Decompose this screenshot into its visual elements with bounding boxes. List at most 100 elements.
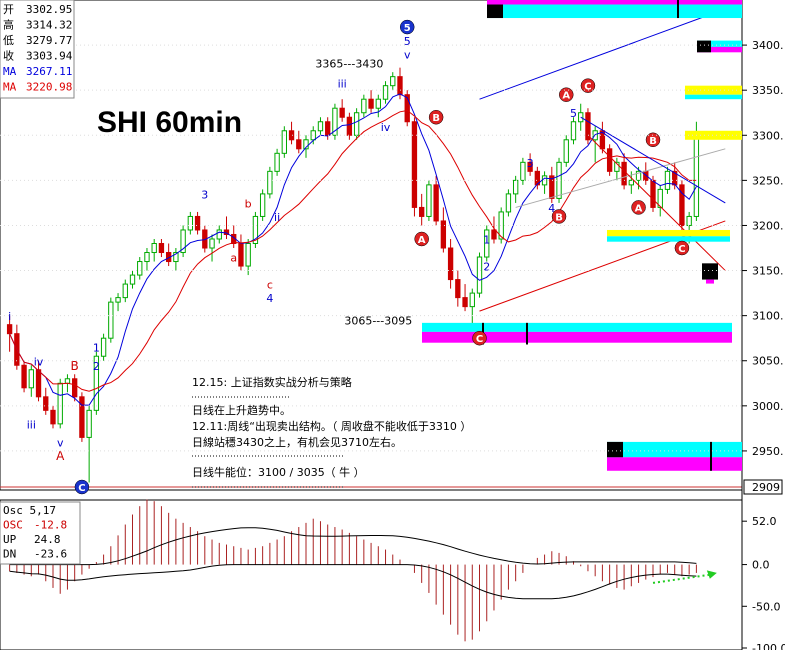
zone-3150-marker bbox=[702, 263, 718, 280]
wave-label: 1 bbox=[93, 342, 100, 355]
candle-body bbox=[411, 121, 418, 208]
candle-body bbox=[476, 256, 483, 294]
candle-body bbox=[606, 148, 613, 172]
circled-wave-label: A bbox=[418, 235, 426, 246]
note-line-4: 日線站穩3430之上，有机会见3710左右。 bbox=[192, 435, 402, 449]
info-label: MA bbox=[3, 81, 17, 94]
y-tick-label: 3400. bbox=[752, 39, 784, 52]
candle-body bbox=[361, 98, 367, 114]
candle-body bbox=[288, 130, 295, 141]
y-tick-label: 3200. bbox=[752, 219, 784, 232]
candle-body bbox=[281, 130, 287, 154]
info-value: 3220.98 bbox=[26, 81, 72, 94]
candle-body bbox=[209, 238, 215, 249]
candle-body bbox=[419, 206, 425, 217]
candle-body bbox=[650, 179, 656, 208]
y-tick-label: 3000. bbox=[752, 400, 784, 413]
y-tick-label: 3300. bbox=[752, 129, 784, 142]
wave-label: 5 bbox=[570, 107, 577, 120]
zone-3190-cyan bbox=[607, 236, 730, 242]
candle-body bbox=[505, 193, 512, 213]
circled-wave-label: C bbox=[678, 244, 685, 255]
circled-wave-label: C bbox=[78, 483, 85, 494]
info-value: 3314.32 bbox=[26, 19, 72, 32]
stock-chart: 3365---34303065---3095v5iiiiv3baiic4iivi… bbox=[0, 0, 785, 650]
candle-body bbox=[21, 364, 27, 389]
wave-label: ii bbox=[274, 211, 280, 224]
osc-info-value: -23.6 bbox=[34, 548, 67, 561]
y-tick-label: 3150. bbox=[752, 265, 784, 278]
info-label: 低 bbox=[3, 34, 14, 47]
circled-wave-label: B bbox=[649, 136, 657, 147]
info-label: 收 bbox=[3, 49, 14, 63]
zone-3350-yellow bbox=[685, 85, 742, 95]
candle-body bbox=[194, 215, 201, 231]
zone-marker bbox=[487, 4, 503, 19]
candle-body bbox=[64, 378, 71, 384]
target-zone-magenta bbox=[487, 0, 742, 5]
info-box: 开 3302.95 高 3314.32 低 3279.77 收 3303.94 MA 3267.1… bbox=[0, 0, 75, 99]
osc-y-tick-label: -100.0 bbox=[752, 642, 785, 650]
wave-label: iii bbox=[27, 418, 36, 431]
candle-body bbox=[28, 369, 34, 389]
wave-label: iii bbox=[338, 77, 347, 90]
y-tick-label: 3350. bbox=[752, 84, 784, 97]
circled-wave-label: C bbox=[584, 82, 591, 93]
y-tick-label: 3050. bbox=[752, 355, 784, 368]
candle-body bbox=[187, 215, 194, 231]
wave-label: 3 bbox=[201, 188, 208, 201]
info-label: MA bbox=[3, 65, 17, 78]
candle-body bbox=[296, 139, 302, 150]
candle-body bbox=[433, 184, 439, 222]
osc-info-label: UP bbox=[3, 533, 17, 546]
note-line-1: 12.15: 上证指数实战分析与策略 bbox=[192, 375, 352, 389]
note-line-5: 日线牛能位：3100 / 3035（ 牛 ） bbox=[192, 465, 365, 479]
candle-body bbox=[353, 112, 360, 136]
candle-body bbox=[72, 378, 78, 398]
candle-body bbox=[245, 243, 251, 267]
circled-wave-label: B bbox=[432, 113, 440, 124]
candle-body bbox=[339, 107, 345, 118]
wave-label: b bbox=[245, 197, 252, 210]
candle-body bbox=[129, 274, 136, 285]
candle-body bbox=[158, 243, 165, 254]
candle-body bbox=[512, 179, 519, 195]
candle-body bbox=[274, 152, 280, 172]
candle-body bbox=[259, 193, 266, 217]
candle-body bbox=[491, 229, 497, 240]
wave-label: 5 bbox=[404, 35, 411, 48]
candle-body bbox=[462, 297, 468, 308]
candle-body bbox=[267, 170, 273, 195]
candle-body bbox=[137, 261, 143, 276]
candle-body bbox=[368, 98, 374, 109]
zone-3190-yellow bbox=[607, 229, 730, 237]
candle-body bbox=[50, 409, 56, 425]
candle-body bbox=[693, 131, 700, 217]
wave-label: B bbox=[71, 359, 79, 373]
candle-body bbox=[144, 252, 150, 263]
info-value: 3303.94 bbox=[26, 50, 73, 63]
candle-body bbox=[455, 279, 461, 299]
y-tick-label: 2950. bbox=[752, 445, 784, 458]
circled-wave-label: C bbox=[476, 334, 483, 345]
wave-label: iv bbox=[381, 121, 391, 134]
osc-info-label: OSC bbox=[3, 519, 23, 532]
osc-y-tick-label: 0.0 bbox=[752, 559, 770, 572]
candle-body bbox=[390, 76, 396, 87]
candle-body bbox=[115, 297, 121, 303]
candle-body bbox=[621, 161, 627, 186]
price-panel bbox=[0, 0, 743, 491]
circled-wave-label: B bbox=[555, 212, 563, 223]
wave-label: v bbox=[57, 436, 64, 449]
candle-body bbox=[35, 369, 42, 398]
candle-body bbox=[216, 229, 222, 240]
candle-body bbox=[375, 98, 381, 109]
info-label: 开 bbox=[3, 3, 14, 16]
osc-panel bbox=[0, 499, 743, 650]
wave-label: i bbox=[8, 310, 11, 323]
wave-label: 1 bbox=[483, 234, 490, 247]
candle-body bbox=[469, 292, 475, 308]
y-tick-label: 3100. bbox=[752, 310, 784, 323]
osc-info-value: -12.8 bbox=[34, 519, 67, 532]
info-label: 高 bbox=[3, 18, 14, 32]
